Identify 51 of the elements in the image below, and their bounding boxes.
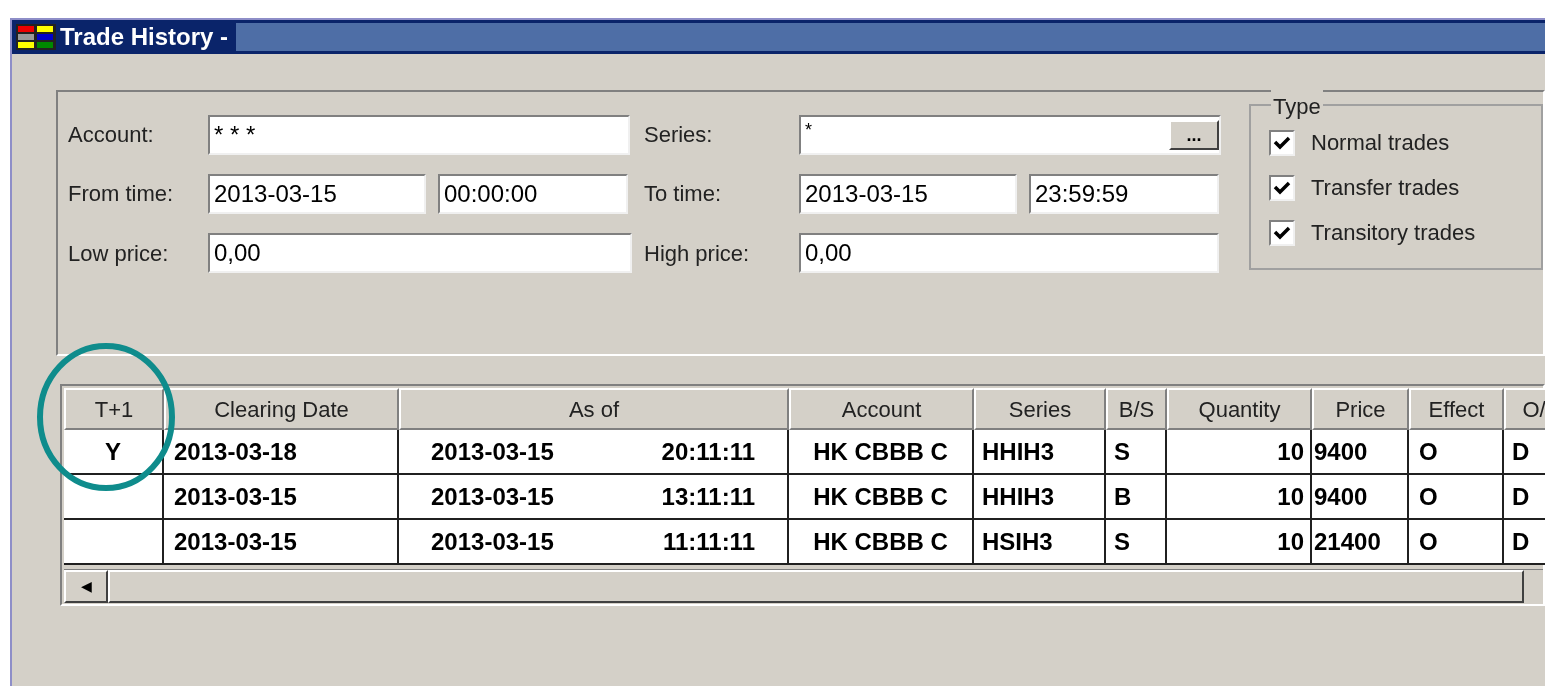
column-header[interactable]: Clearing Date [164, 388, 399, 430]
column-header[interactable]: Price [1312, 388, 1409, 430]
table-cell: HK CBBB C [789, 520, 974, 565]
browse-button[interactable]: ... [1169, 119, 1219, 150]
checkbox[interactable] [1269, 219, 1295, 246]
column-header[interactable]: As of [399, 388, 789, 430]
input-field[interactable]: 00:00:00 [438, 174, 628, 214]
scroll-left-button[interactable]: ◀ [64, 570, 108, 603]
input-field[interactable]: 0,00 [799, 233, 1219, 274]
table-cell-text: 20:11:11 [661, 436, 755, 467]
table-cell: HSIH3 [974, 520, 1106, 565]
table-cell: 10 [1167, 520, 1312, 565]
input-field[interactable]: 0,00 [208, 233, 632, 274]
column-header[interactable]: O/ [1504, 388, 1545, 430]
input-field[interactable]: 23:59:59 [1029, 174, 1219, 214]
checkbox-label: Transfer trades [1311, 174, 1460, 202]
column-header[interactable]: Series [974, 388, 1106, 430]
table-cell-text: 2013-03-15 [431, 436, 554, 467]
table-cell-text: 2013-03-15 [431, 526, 554, 557]
column-header[interactable]: Quantity [1167, 388, 1312, 430]
check-icon [1273, 134, 1291, 151]
checkbox[interactable] [1269, 129, 1295, 156]
column-header[interactable]: B/S [1106, 388, 1167, 430]
table-cell: 21400 [1312, 520, 1409, 565]
table-cell: D [1504, 520, 1545, 565]
table-cell: O [1409, 520, 1504, 565]
app-icon [16, 24, 56, 50]
series-field[interactable]: * ... [799, 114, 1221, 155]
checkbox[interactable] [1269, 174, 1295, 201]
input-field[interactable]: 2013-03-15 [799, 174, 1017, 214]
table-cell-text: 11:11:11 [662, 526, 755, 557]
field-label: Series: [644, 121, 714, 150]
field-label: Account: [68, 121, 155, 150]
column-header[interactable]: Effect [1409, 388, 1504, 430]
check-icon [1273, 224, 1291, 241]
table-cell: 2013-03-15 [164, 520, 399, 565]
input-field[interactable]: 2013-03-15 [208, 174, 426, 214]
check-icon [1273, 179, 1291, 196]
table-cell-text: 2013-03-15 [431, 481, 554, 512]
table-cell: S [1106, 520, 1167, 565]
column-header[interactable]: T+1 [64, 388, 164, 430]
checkbox-label: Normal trades [1311, 129, 1450, 157]
checkbox-label: Transitory trades [1311, 219, 1476, 247]
input-field[interactable]: * * * [208, 114, 630, 155]
field-label: To time: [644, 180, 723, 209]
column-header[interactable]: Account [789, 388, 974, 430]
field-label: Low price: [68, 239, 170, 268]
field-label: From time: [68, 180, 175, 209]
window-title: Trade History - [60, 22, 229, 52]
table-cell-text: 13:11:11 [661, 481, 755, 512]
field-label: High price: [644, 239, 751, 268]
